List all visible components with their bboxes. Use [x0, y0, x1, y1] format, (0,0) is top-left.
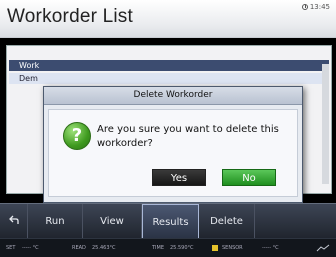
run-button[interactable]: Run [28, 204, 83, 239]
sensor-value: ----- °C [262, 245, 279, 251]
dialog-title: Delete Workorder [44, 87, 302, 105]
delete-dialog: Delete Workorder ? Are you sure you want… [43, 86, 303, 203]
view-button[interactable]: View [83, 204, 142, 239]
delete-button[interactable]: Delete [199, 204, 255, 239]
bottom-toolbar: Run View Results Delete [0, 203, 336, 239]
content-area: Work Dem Delete Workorder ? Are you sure… [0, 38, 336, 203]
time-value: 25.590°C [170, 245, 194, 251]
list-header: Work [9, 60, 329, 71]
signal-icon [316, 244, 330, 252]
sensor-indicator [212, 245, 218, 251]
yes-button[interactable]: Yes [152, 169, 206, 186]
list-scrollbar[interactable] [322, 64, 329, 184]
app-window: Workorder List 13:45 Work Dem Delete Wor… [0, 0, 336, 257]
clock-time: 13:45 [309, 3, 330, 11]
read-label: READ [72, 245, 86, 251]
clock-icon [301, 4, 308, 10]
header-bar: Workorder List 13:45 [0, 0, 336, 38]
no-button[interactable]: No [222, 169, 276, 186]
time-label: TIME [152, 245, 165, 251]
page-title: Workorder List [7, 6, 133, 27]
list-item[interactable]: Dem [9, 73, 329, 84]
back-button[interactable] [0, 204, 28, 239]
toolbar-empty-slot [255, 204, 336, 239]
set-value: ----- °C [22, 245, 39, 251]
question-icon: ? [63, 122, 91, 150]
set-label: SET [6, 245, 16, 251]
clock: 13:45 [301, 3, 330, 11]
sensor-label: SENSOR [222, 245, 243, 251]
back-arrow-icon [8, 215, 19, 224]
results-button[interactable]: Results [142, 204, 199, 239]
dialog-message: Are you sure you want to delete this wor… [97, 124, 279, 149]
read-value: 25.463°C [92, 245, 116, 251]
status-bar: SET ----- °C READ 25.463°C TIME 25.590°C… [0, 238, 336, 257]
dialog-body: ? Are you sure you want to delete this w… [48, 109, 298, 197]
